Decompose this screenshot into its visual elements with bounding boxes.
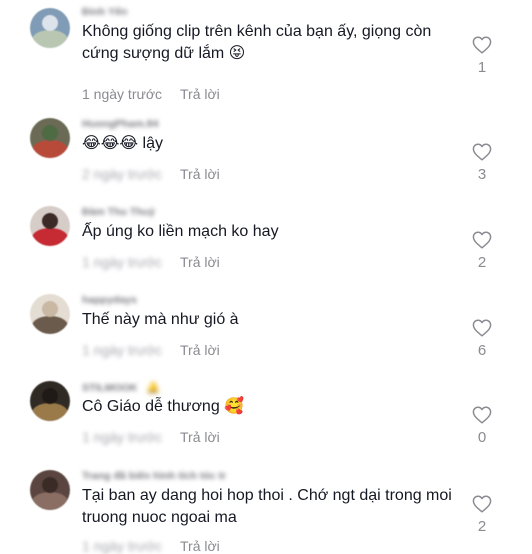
like-control[interactable]: 1 [468,36,496,76]
username-text[interactable]: HuongPham.84 [82,118,158,130]
avatar[interactable] [30,206,70,246]
comment-text: Không giống clip trên kênh của bạn ấy, g… [82,23,432,62]
comment-text: 😂😂😂 lậy [82,135,163,152]
like-count: 0 [477,429,487,446]
heart-icon[interactable] [472,231,492,249]
comment-meta: 1 ngày trước Trả lời [82,342,220,358]
comment-date: 1 ngày trước [82,342,163,358]
avatar[interactable] [30,8,70,48]
comment-text: Cô Giáo dễ thương 🥰 [82,398,245,415]
reply-button[interactable]: Trả lời [180,538,220,554]
username[interactable]: HuongPham.84 [82,118,164,130]
comment-meta: 1 ngày trước Trả lời [82,429,220,445]
comment-date: 1 ngày trước [82,254,163,270]
comment-meta: 1 ngày trước Trả lời [82,538,220,554]
reply-button[interactable]: Trả lời [180,342,220,358]
like-count: 6 [477,342,487,359]
heart-icon[interactable] [472,36,492,54]
heart-icon[interactable] [472,319,492,337]
username-text[interactable]: Đàm Thu Thuỷ [82,206,155,218]
comment-text: Ấp úng ko liền mạch ko hay [82,223,279,240]
reply-button[interactable]: Trả lời [180,86,220,102]
like-count: 2 [477,518,487,535]
avatar[interactable] [30,470,70,510]
comment-date: 1 ngày trước [82,86,163,102]
avatar[interactable] [30,294,70,334]
reply-button[interactable]: Trả lời [180,166,220,182]
username[interactable]: STILMOOK 🔔 [82,381,160,394]
reply-button[interactable]: Trả lời [180,254,220,270]
comment-meta: 2 ngày trước Trả lời [82,166,220,182]
username-text[interactable]: Đinh Yến [82,6,127,18]
like-count: 2 [477,254,487,271]
username[interactable]: Đàm Thu Thuỷ [82,206,161,218]
like-control[interactable]: 6 [468,319,496,359]
like-control[interactable]: 2 [468,231,496,271]
username[interactable]: Đinh Yến [82,6,133,18]
like-count: 3 [477,166,487,183]
like-control[interactable]: 3 [468,143,496,183]
heart-icon[interactable] [472,406,492,424]
heart-icon[interactable] [472,495,492,513]
reply-button[interactable]: Trả lời [180,429,220,445]
username-text[interactable]: STILMOOK [82,382,137,394]
comment-date: 1 ngày trước [82,429,163,445]
username[interactable]: Trang đã biến hình tích tóc tr [82,470,232,482]
comment-meta: 1 ngày trước Trả lời [82,254,220,270]
heart-icon[interactable] [472,143,492,161]
comment-meta: 1 ngày trước Trả lời [82,86,220,102]
avatar[interactable] [30,381,70,421]
username-text[interactable]: happydays [82,294,137,306]
avatar[interactable] [30,118,70,158]
like-control[interactable]: 2 [468,495,496,535]
comment-date: 1 ngày trước [82,538,163,554]
user-badge-icon: 🔔 [146,382,161,394]
username-text[interactable]: Trang đã biến hình tích tóc tr [82,470,226,482]
like-count: 1 [477,59,487,76]
comment-text: Tại ban ay dang hoi hop thoi . Chớ ngt d… [82,487,452,526]
like-control[interactable]: 0 [468,406,496,446]
username[interactable]: happydays [82,294,143,306]
comment-text: Thế này mà như gió à [82,311,239,328]
comment-date: 2 ngày trước [82,166,163,182]
